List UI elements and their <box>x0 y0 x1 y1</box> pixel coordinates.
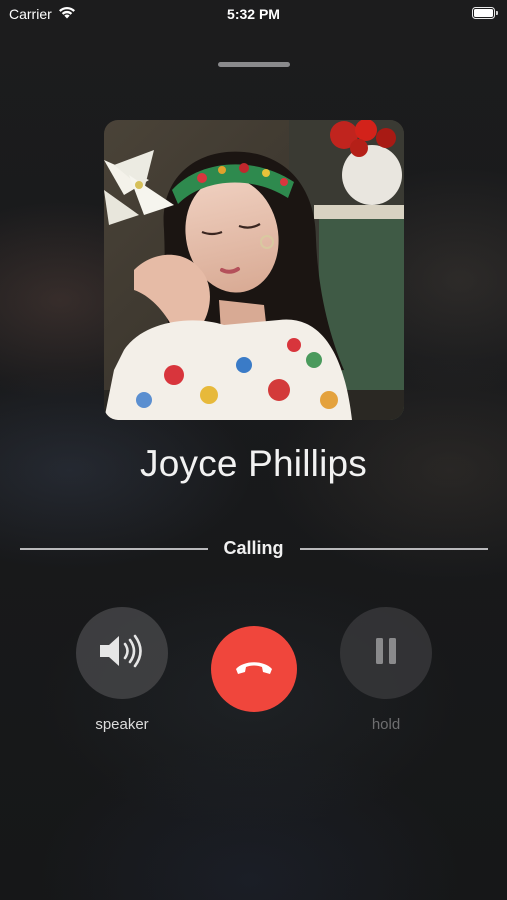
caller-photo <box>104 120 404 420</box>
battery-level <box>474 9 493 17</box>
status-bar: Carrier 5:32 PM <box>0 0 507 28</box>
drag-handle[interactable] <box>218 62 290 67</box>
speaker-button[interactable] <box>76 607 168 699</box>
hold-label: hold <box>371 716 401 733</box>
clock: 5:32 PM <box>227 6 280 22</box>
end-call-button[interactable] <box>211 626 297 712</box>
speaker-icon <box>97 631 147 676</box>
battery-icon <box>472 7 498 19</box>
caller-name: Joyce Phillips <box>140 443 367 484</box>
hold-button[interactable] <box>340 607 432 699</box>
speaker-label: speaker <box>95 716 149 733</box>
call-status-row: Calling <box>0 538 507 560</box>
phone-hangup-icon <box>234 657 274 682</box>
divider-right <box>300 548 488 550</box>
call-screen: Carrier 5:32 PM Joyce Phillips Calling s… <box>0 0 507 900</box>
pause-icon <box>374 637 398 670</box>
